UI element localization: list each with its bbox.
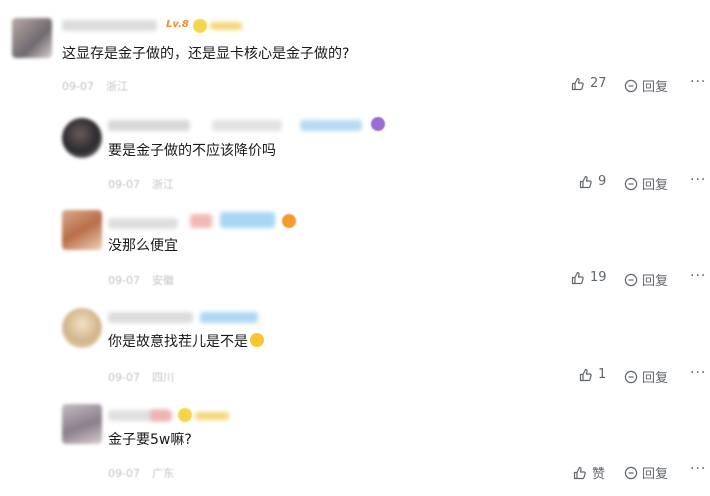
comment-date: 09-07 [62, 80, 94, 93]
reply-label: 回复 [642, 371, 669, 386]
comment-text: 这显存是金子做的，还是显卡核心是金子做的? [62, 46, 350, 62]
comment-date: 09-07 [108, 178, 140, 191]
comment-item: 要是金子做的不应该降价吗 09-07 浙江 9 回复 ··· [0, 100, 710, 198]
reply-button[interactable]: 回复 [624, 76, 668, 95]
emoji-icon [282, 214, 296, 228]
username[interactable] [108, 218, 178, 229]
more-options-icon[interactable]: ··· [690, 365, 706, 381]
more-options-icon[interactable]: ··· [690, 172, 706, 188]
comment-meta: 09-07 广东 [108, 465, 186, 481]
reply-icon [624, 273, 638, 287]
fan-badge-icon [178, 408, 192, 422]
comment-text: 要是金子做的不应该降价吗 [108, 143, 276, 159]
reply-icon [624, 466, 638, 480]
comment-meta: 09-07 四川 [108, 369, 186, 385]
thumbs-up-icon [571, 77, 585, 91]
avatar[interactable] [12, 18, 52, 58]
comment-item: Lv.8 这显存是金子做的，还是显卡核心是金子做的? 09-07 浙江 27 回复… [0, 0, 710, 100]
avatar[interactable] [62, 404, 102, 444]
avatar[interactable] [62, 308, 102, 348]
reply-icon [624, 79, 638, 93]
like-label: 赞 [592, 467, 606, 482]
fan-badge-label [200, 312, 258, 323]
reply-label: 回复 [642, 467, 669, 482]
reply-label: 回复 [642, 178, 669, 193]
like-count: 19 [590, 270, 607, 285]
fan-badge-label [220, 212, 275, 228]
comment-item: 没那么便宜 09-07 安徽 19 回复 ··· [0, 198, 710, 296]
comment-location: 浙江 [151, 178, 174, 191]
more-options-icon[interactable]: ··· [690, 461, 706, 477]
thumbs-up-icon [571, 271, 585, 285]
fan-badge-icon [193, 19, 207, 33]
avatar[interactable] [62, 118, 102, 158]
comment-item: 你是故意找茬儿是不是 09-07 四川 1 回复 ··· [0, 296, 710, 396]
reply-label: 回复 [642, 80, 669, 95]
username-extra [212, 120, 282, 131]
medal-icon [371, 117, 385, 131]
level-badge: Lv.8 [166, 19, 189, 30]
reply-button[interactable]: 回复 [624, 270, 668, 289]
username-extra [190, 214, 212, 228]
username[interactable] [62, 20, 157, 31]
like-button[interactable]: 赞 [573, 463, 605, 482]
like-count: 27 [590, 76, 607, 91]
comment-date: 09-07 [108, 371, 140, 384]
like-count: 9 [598, 174, 607, 189]
comment-location: 广东 [151, 467, 174, 480]
comment-text: 你是故意找茬儿是不是 [108, 332, 264, 352]
reply-icon [624, 177, 638, 191]
avatar[interactable] [62, 210, 102, 250]
comment-meta: 09-07 浙江 [62, 78, 140, 94]
fan-badge-label [210, 22, 242, 30]
username[interactable] [108, 120, 190, 131]
comment-location: 四川 [151, 371, 174, 384]
like-button[interactable]: 1 [579, 367, 606, 382]
thumbs-up-icon [579, 368, 593, 382]
comment-location: 浙江 [105, 80, 128, 93]
reply-icon [624, 370, 638, 384]
reply-button[interactable]: 回复 [624, 367, 668, 386]
comment-text: 金子要5w嘛? [108, 432, 192, 448]
thumbs-up-icon [573, 466, 587, 480]
emoji-icon [250, 333, 264, 347]
thumbs-up-icon [579, 175, 593, 189]
comment-date: 09-07 [108, 467, 140, 480]
like-button[interactable]: 27 [571, 76, 607, 91]
comment-meta: 09-07 安徽 [108, 272, 186, 288]
reply-label: 回复 [642, 274, 669, 289]
like-count: 1 [598, 367, 607, 382]
comment-meta: 09-07 浙江 [108, 176, 186, 192]
fan-badge-label [300, 120, 362, 131]
fan-badge-label [195, 412, 229, 420]
comment-text: 没那么便宜 [108, 238, 178, 254]
username[interactable] [108, 312, 193, 323]
more-options-icon[interactable]: ··· [690, 74, 706, 90]
like-button[interactable]: 19 [571, 270, 607, 285]
comment-item: 金子要5w嘛? 09-07 广东 赞 回复 ··· [0, 396, 710, 496]
reply-button[interactable]: 回复 [624, 463, 668, 482]
comment-text-content: 你是故意找茬儿是不是 [108, 334, 248, 350]
more-options-icon[interactable]: ··· [690, 268, 706, 284]
comment-location: 安徽 [151, 274, 174, 287]
reply-button[interactable]: 回复 [624, 174, 668, 193]
like-button[interactable]: 9 [579, 174, 606, 189]
username-extra [150, 410, 172, 421]
comment-date: 09-07 [108, 274, 140, 287]
